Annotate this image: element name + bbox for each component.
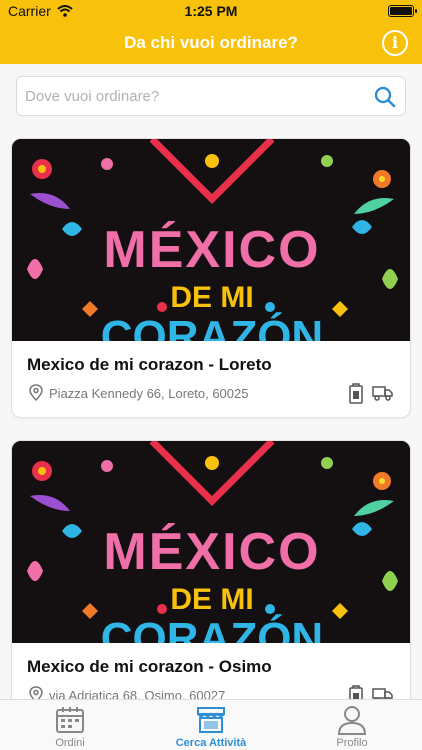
image-line-1: MÉXICO xyxy=(103,523,320,581)
image-line-3: CORAZÓN xyxy=(101,311,323,341)
restaurant-address: Piazza Kennedy 66, Loreto, 60025 xyxy=(49,385,249,401)
image-line-3: CORAZÓN xyxy=(101,613,323,643)
takeaway-bag-icon xyxy=(349,383,363,404)
app: Carrier 1:25 PM Da chi vuoi ordinare? i xyxy=(0,0,422,750)
restaurant-address-row: Piazza Kennedy 66, Loreto, 60025 xyxy=(28,384,248,402)
search-bar xyxy=(16,76,406,116)
page-title: Da chi vuoi ordinare? xyxy=(124,33,298,52)
battery-icon xyxy=(388,5,417,17)
info-icon[interactable]: i xyxy=(382,30,408,56)
person-icon xyxy=(337,706,367,735)
tab-label: Cerca Attività xyxy=(175,737,247,749)
delivery-truck-icon xyxy=(372,386,393,401)
image-line-2: DE MI xyxy=(170,583,253,616)
restaurant-image: MÉXICO DE MI CORAZÓN xyxy=(12,441,410,643)
calendar-icon xyxy=(56,707,84,733)
top-header: Carrier 1:25 PM Da chi vuoi ordinare? i xyxy=(0,0,422,64)
restaurant-card[interactable]: MÉXICO DE MI CORAZÓN Mexico de mi corazo… xyxy=(11,440,411,720)
search-icon[interactable] xyxy=(373,85,397,109)
search-input[interactable] xyxy=(25,77,365,115)
tab-label: Ordini xyxy=(55,737,85,749)
restaurant-card[interactable]: MÉXICO DE MI CORAZÓN Mexico de mi corazo… xyxy=(11,138,411,418)
tab-profilo[interactable]: Profilo xyxy=(282,700,422,750)
tab-cerca-attivita[interactable]: Cerca Attività xyxy=(141,700,281,750)
tab-ordini[interactable]: Ordini xyxy=(0,700,140,750)
restaurant-name: Mexico de mi corazon - Loreto xyxy=(27,355,272,374)
service-icons xyxy=(348,382,394,404)
store-icon xyxy=(197,707,225,733)
restaurant-name: Mexico de mi corazon - Osimo xyxy=(27,657,272,676)
image-line-1: MÉXICO xyxy=(103,221,320,279)
location-pin-icon xyxy=(29,384,43,402)
status-bar: Carrier 1:25 PM xyxy=(0,0,422,22)
restaurant-image: MÉXICO DE MI CORAZÓN xyxy=(12,139,410,341)
image-line-2: DE MI xyxy=(170,281,253,314)
tab-label: Profilo xyxy=(336,737,368,749)
status-time: 1:25 PM xyxy=(184,3,238,19)
tab-bar: Ordini Cerca Attività Profilo xyxy=(0,699,422,750)
